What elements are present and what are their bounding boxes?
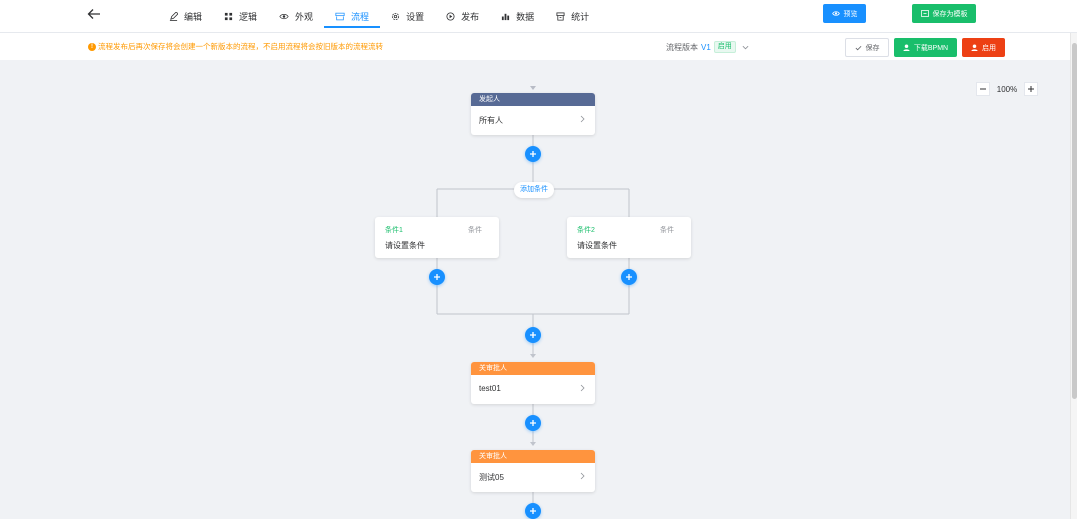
add-condition-button[interactable]: 添加条件	[514, 182, 554, 198]
tab-publish-label: 发布	[461, 12, 480, 22]
chevron-down-icon	[742, 45, 749, 49]
approver-node-2[interactable]: 关审批人 测试05	[471, 450, 595, 492]
condition-node-1[interactable]: 条件1 条件 请设置条件	[375, 217, 499, 258]
tab-logic[interactable]: 逻辑	[213, 0, 268, 33]
add-node-button[interactable]	[525, 415, 541, 431]
download-bpmn-button[interactable]: 下载BPMN	[894, 38, 957, 57]
initiator-node-content: 所有人	[479, 116, 503, 125]
plus-icon	[530, 508, 536, 514]
plus-icon	[530, 151, 536, 157]
tab-flow-label: 流程	[351, 12, 370, 22]
eye-icon	[279, 13, 289, 20]
plus-icon	[626, 274, 632, 280]
scrollbar-thumb[interactable]	[1072, 43, 1077, 399]
tab-settings[interactable]: 设置	[380, 0, 435, 33]
eye-icon	[831, 11, 840, 16]
tab-edit[interactable]: 编辑	[158, 0, 213, 33]
tab-stats[interactable]: 统计	[545, 0, 600, 33]
edit-icon	[169, 12, 178, 21]
download-bpmn-label: 下载BPMN	[913, 44, 949, 52]
top-toolbar: 编辑 逻辑 外观 流程 设置 发布 数据 统计 预览 保存为模板	[0, 0, 1077, 33]
condition-title: 条件2	[577, 227, 595, 234]
condition-text: 请设置条件	[385, 241, 425, 250]
user-icon	[903, 44, 910, 51]
approver-node-content: test01	[479, 384, 501, 393]
flow-connectors	[436, 86, 630, 519]
add-node-button[interactable]	[525, 503, 541, 519]
check-icon	[855, 45, 861, 50]
approver-node-body: test01	[471, 375, 595, 393]
plus-icon	[434, 274, 440, 280]
warning-icon: !	[88, 42, 96, 51]
save-as-template-label: 保存为模板	[932, 10, 968, 18]
user-icon	[971, 44, 978, 51]
template-icon	[920, 10, 929, 17]
condition-text: 请设置条件	[577, 241, 617, 250]
preview-button[interactable]: 预览	[823, 4, 866, 23]
enable-label: 启用	[982, 44, 996, 52]
zoom-in-button[interactable]	[1024, 82, 1038, 96]
tab-appearance[interactable]: 外观	[268, 0, 324, 33]
save-as-template-button[interactable]: 保存为模板	[912, 4, 976, 23]
tab-settings-label: 设置	[406, 12, 425, 22]
condition-node-2[interactable]: 条件2 条件 请设置条件	[567, 217, 691, 258]
gear-icon	[392, 12, 400, 21]
minus-icon	[980, 88, 986, 90]
stats-icon	[556, 12, 565, 21]
plus-icon	[530, 420, 536, 426]
version-value: V1	[701, 42, 711, 52]
initiator-node-header: 发起人	[471, 93, 595, 106]
back-arrow-icon[interactable]	[86, 6, 102, 22]
warning-message: ! 流程发布后再次保存将会创建一个新版本的流程，不启用流程将会按旧版本的流程流转	[88, 41, 383, 52]
approver-node-header: 关审批人	[471, 362, 595, 375]
approver-node-body: 测试05	[471, 463, 595, 483]
tab-stats-label: 统计	[571, 12, 590, 22]
condition-title: 条件1	[385, 227, 403, 234]
zoom-control: 100%	[976, 82, 1038, 96]
warning-text: 流程发布后再次保存将会创建一个新版本的流程，不启用流程将会按旧版本的流程流转	[98, 42, 383, 51]
flow-icon	[335, 12, 345, 21]
initiator-node-body: 所有人	[471, 106, 595, 126]
preview-label: 预览	[843, 10, 858, 18]
save-button[interactable]: 保存	[845, 38, 889, 57]
tab-appearance-label: 外观	[295, 12, 314, 22]
plus-icon	[1028, 86, 1034, 92]
condition-priority: 条件	[468, 227, 482, 234]
condition-priority: 条件	[660, 227, 674, 234]
approver-node-content: 测试05	[479, 473, 504, 482]
add-node-button[interactable]	[525, 146, 541, 162]
initiator-node[interactable]: 发起人 所有人	[471, 93, 595, 135]
zoom-out-button[interactable]	[976, 82, 990, 96]
bar-chart-icon	[501, 13, 510, 21]
enable-button[interactable]: 启用	[962, 38, 1005, 57]
version-status-badge: 启用	[713, 41, 736, 53]
zoom-level: 100%	[996, 84, 1018, 94]
publish-icon	[446, 12, 455, 21]
add-node-button[interactable]	[621, 269, 637, 285]
tab-publish[interactable]: 发布	[435, 0, 490, 33]
tab-data-label: 数据	[516, 12, 535, 22]
save-label: 保存	[865, 44, 880, 52]
add-node-button[interactable]	[525, 327, 541, 343]
entry-arrow-icon	[530, 86, 536, 90]
version-label: 流程版本	[666, 42, 698, 52]
tab-bar: 编辑 逻辑 外观 流程 设置 发布 数据 统计	[158, 0, 600, 33]
add-node-button[interactable]	[429, 269, 445, 285]
version-select[interactable]: 流程版本 V1 启用	[666, 41, 749, 53]
vertical-scrollbar[interactable]	[1070, 33, 1077, 519]
tab-flow[interactable]: 流程	[324, 0, 381, 33]
tab-edit-label: 编辑	[184, 12, 203, 22]
tab-logic-label: 逻辑	[239, 12, 258, 22]
chevron-right-icon	[580, 115, 585, 123]
logic-icon	[224, 12, 233, 21]
approver-node-header: 关审批人	[471, 450, 595, 463]
chevron-right-icon	[580, 384, 585, 392]
plus-icon	[530, 332, 536, 338]
tab-data[interactable]: 数据	[490, 0, 545, 33]
chevron-right-icon	[580, 472, 585, 480]
approver-node-1[interactable]: 关审批人 test01	[471, 362, 595, 404]
